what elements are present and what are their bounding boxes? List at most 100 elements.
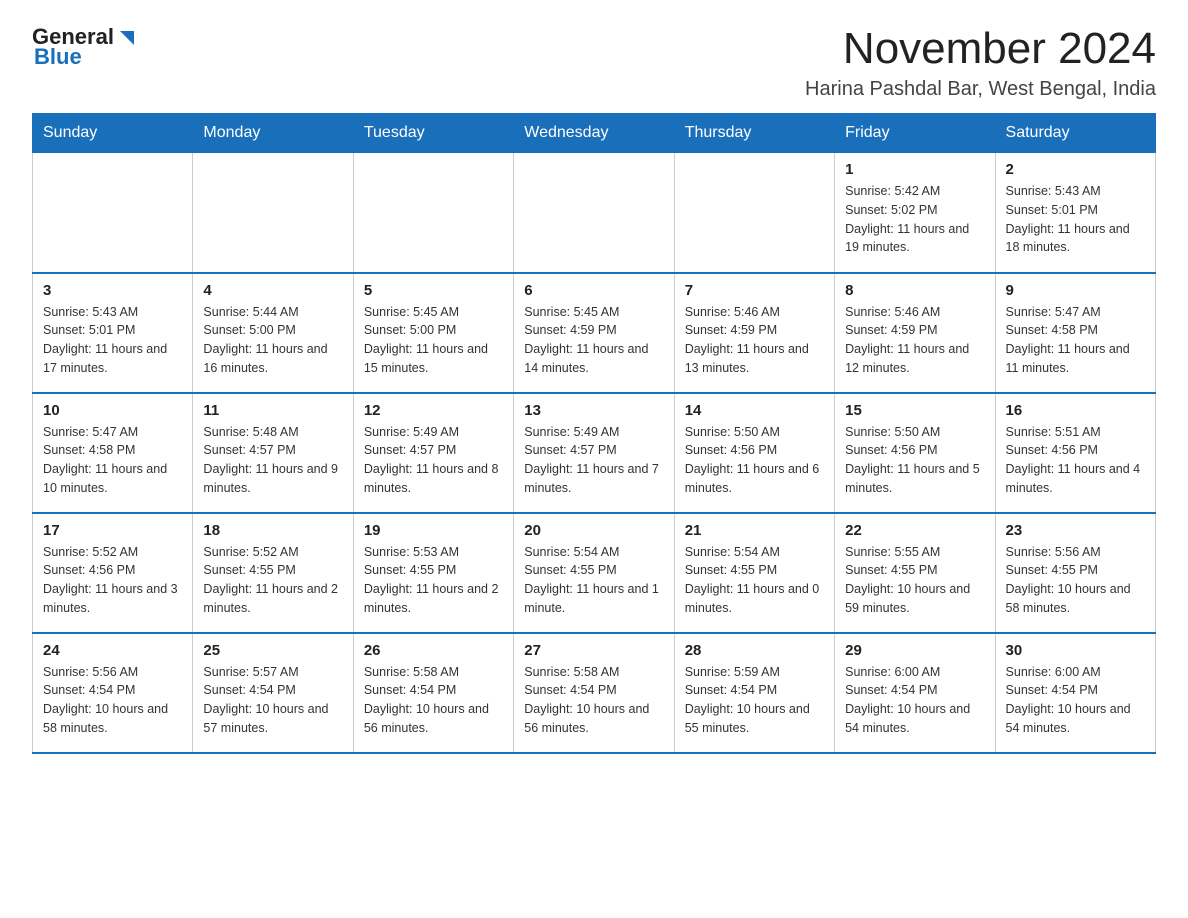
day-info: Sunrise: 5:53 AMSunset: 4:55 PMDaylight:… <box>364 543 503 618</box>
calendar-header-friday: Friday <box>835 114 995 153</box>
day-number: 6 <box>524 282 663 299</box>
calendar-cell <box>674 153 834 273</box>
calendar-cell: 23 Sunrise: 5:56 AMSunset: 4:55 PMDayligh… <box>995 513 1155 633</box>
day-info: Sunrise: 5:45 AMSunset: 5:00 PMDaylight:… <box>364 303 503 378</box>
calendar-cell: 9 Sunrise: 5:47 AMSunset: 4:58 PMDaylight… <box>995 273 1155 393</box>
day-number: 9 <box>1006 282 1145 299</box>
day-info: Sunrise: 5:55 AMSunset: 4:55 PMDaylight:… <box>845 543 984 618</box>
calendar-cell: 24Sunrise: 5:56 AMSunset: 4:54 PMDayligh… <box>33 633 193 753</box>
calendar-week-row: 10 Sunrise: 5:47 AMSunset: 4:58 PMDayligh… <box>33 393 1156 513</box>
day-info: Sunrise: 5:44 AMSunset: 5:00 PMDaylight:… <box>203 303 342 378</box>
calendar-cell: 1 Sunrise: 5:42 AMSunset: 5:02 PMDaylight… <box>835 153 995 273</box>
day-info: Sunrise: 5:57 AMSunset: 4:54 PMDaylight:… <box>203 663 342 738</box>
day-number: 21 <box>685 522 824 539</box>
day-info: Sunrise: 5:54 AMSunset: 4:55 PMDaylight:… <box>685 543 824 618</box>
calendar-cell: 10 Sunrise: 5:47 AMSunset: 4:58 PMDayligh… <box>33 393 193 513</box>
calendar-cell <box>514 153 674 273</box>
calendar-cell: 25 Sunrise: 5:57 AMSunset: 4:54 PMDayligh… <box>193 633 353 753</box>
calendar-cell: 7Sunrise: 5:46 AMSunset: 4:59 PMDaylight… <box>674 273 834 393</box>
day-info: Sunrise: 5:51 AMSunset: 4:56 PMDaylight:… <box>1006 423 1145 498</box>
day-info: Sunrise: 5:46 AMSunset: 4:59 PMDaylight:… <box>685 303 824 378</box>
calendar-cell: 22 Sunrise: 5:55 AMSunset: 4:55 PMDayligh… <box>835 513 995 633</box>
day-info: Sunrise: 5:56 AMSunset: 4:54 PMDaylight:… <box>43 663 182 738</box>
calendar-week-row: 17 Sunrise: 5:52 AMSunset: 4:56 PMDayligh… <box>33 513 1156 633</box>
day-number: 17 <box>43 522 182 539</box>
day-number: 29 <box>845 642 984 659</box>
calendar-cell: 13 Sunrise: 5:49 AMSunset: 4:57 PMDayligh… <box>514 393 674 513</box>
day-info: Sunrise: 5:49 AMSunset: 4:57 PMDaylight:… <box>524 423 663 498</box>
day-number: 26 <box>364 642 503 659</box>
day-number: 13 <box>524 402 663 419</box>
day-info: Sunrise: 5:59 AMSunset: 4:54 PMDaylight:… <box>685 663 824 738</box>
day-info: Sunrise: 5:52 AMSunset: 4:56 PMDaylight:… <box>43 543 182 618</box>
day-info: Sunrise: 5:56 AMSunset: 4:55 PMDaylight:… <box>1006 543 1145 618</box>
day-info: Sunrise: 5:42 AMSunset: 5:02 PMDaylight:… <box>845 182 984 257</box>
day-info: Sunrise: 6:00 AMSunset: 4:54 PMDaylight:… <box>1006 663 1145 738</box>
day-info: Sunrise: 5:50 AMSunset: 4:56 PMDaylight:… <box>845 423 984 498</box>
day-number: 22 <box>845 522 984 539</box>
day-number: 1 <box>845 161 984 178</box>
calendar-cell: 19 Sunrise: 5:53 AMSunset: 4:55 PMDayligh… <box>353 513 513 633</box>
calendar-table: SundayMondayTuesdayWednesdayThursdayFrid… <box>32 113 1156 754</box>
calendar-week-row: 24Sunrise: 5:56 AMSunset: 4:54 PMDayligh… <box>33 633 1156 753</box>
day-number: 28 <box>685 642 824 659</box>
day-info: Sunrise: 5:58 AMSunset: 4:54 PMDaylight:… <box>364 663 503 738</box>
calendar-cell: 8Sunrise: 5:46 AMSunset: 4:59 PMDaylight… <box>835 273 995 393</box>
day-info: Sunrise: 5:43 AMSunset: 5:01 PMDaylight:… <box>1006 182 1145 257</box>
day-number: 25 <box>203 642 342 659</box>
day-number: 2 <box>1006 161 1145 178</box>
day-number: 15 <box>845 402 984 419</box>
day-number: 16 <box>1006 402 1145 419</box>
day-number: 10 <box>43 402 182 419</box>
day-number: 14 <box>685 402 824 419</box>
page-header: General Blue November 2024 Harina Pashda… <box>32 24 1156 101</box>
calendar-header-saturday: Saturday <box>995 114 1155 153</box>
calendar-cell: 15 Sunrise: 5:50 AMSunset: 4:56 PMDayligh… <box>835 393 995 513</box>
day-number: 30 <box>1006 642 1145 659</box>
day-info: Sunrise: 5:46 AMSunset: 4:59 PMDaylight:… <box>845 303 984 378</box>
calendar-header-row: SundayMondayTuesdayWednesdayThursdayFrid… <box>33 114 1156 153</box>
calendar-cell: 4 Sunrise: 5:44 AMSunset: 5:00 PMDaylight… <box>193 273 353 393</box>
logo: General Blue <box>32 24 138 70</box>
calendar-cell: 2 Sunrise: 5:43 AMSunset: 5:01 PMDaylight… <box>995 153 1155 273</box>
calendar-cell: 21 Sunrise: 5:54 AMSunset: 4:55 PMDayligh… <box>674 513 834 633</box>
calendar-header-monday: Monday <box>193 114 353 153</box>
day-number: 23 <box>1006 522 1145 539</box>
day-number: 11 <box>203 402 342 419</box>
day-number: 12 <box>364 402 503 419</box>
logo-arrow-icon <box>116 27 138 49</box>
calendar-header-wednesday: Wednesday <box>514 114 674 153</box>
day-info: Sunrise: 5:50 AMSunset: 4:56 PMDaylight:… <box>685 423 824 498</box>
calendar-cell: 6 Sunrise: 5:45 AMSunset: 4:59 PMDaylight… <box>514 273 674 393</box>
day-number: 4 <box>203 282 342 299</box>
calendar-cell: 20Sunrise: 5:54 AMSunset: 4:55 PMDayligh… <box>514 513 674 633</box>
day-info: Sunrise: 5:45 AMSunset: 4:59 PMDaylight:… <box>524 303 663 378</box>
calendar-cell: 28 Sunrise: 5:59 AMSunset: 4:54 PMDayligh… <box>674 633 834 753</box>
page-title: November 2024 <box>805 24 1156 74</box>
day-info: Sunrise: 5:48 AMSunset: 4:57 PMDaylight:… <box>203 423 342 498</box>
calendar-cell: 27Sunrise: 5:58 AMSunset: 4:54 PMDayligh… <box>514 633 674 753</box>
calendar-header-tuesday: Tuesday <box>353 114 513 153</box>
calendar-cell: 16 Sunrise: 5:51 AMSunset: 4:56 PMDayligh… <box>995 393 1155 513</box>
day-info: Sunrise: 5:52 AMSunset: 4:55 PMDaylight:… <box>203 543 342 618</box>
day-info: Sunrise: 5:47 AMSunset: 4:58 PMDaylight:… <box>43 423 182 498</box>
day-number: 19 <box>364 522 503 539</box>
calendar-cell <box>33 153 193 273</box>
day-info: Sunrise: 5:49 AMSunset: 4:57 PMDaylight:… <box>364 423 503 498</box>
day-number: 27 <box>524 642 663 659</box>
day-info: Sunrise: 5:47 AMSunset: 4:58 PMDaylight:… <box>1006 303 1145 378</box>
calendar-cell: 17 Sunrise: 5:52 AMSunset: 4:56 PMDayligh… <box>33 513 193 633</box>
day-number: 5 <box>364 282 503 299</box>
calendar-cell: 29Sunrise: 6:00 AMSunset: 4:54 PMDayligh… <box>835 633 995 753</box>
logo-text-blue: Blue <box>34 44 82 70</box>
calendar-cell: 12 Sunrise: 5:49 AMSunset: 4:57 PMDayligh… <box>353 393 513 513</box>
calendar-week-row: 1 Sunrise: 5:42 AMSunset: 5:02 PMDaylight… <box>33 153 1156 273</box>
title-section: November 2024 Harina Pashdal Bar, West B… <box>805 24 1156 101</box>
day-number: 18 <box>203 522 342 539</box>
calendar-cell: 30 Sunrise: 6:00 AMSunset: 4:54 PMDayligh… <box>995 633 1155 753</box>
calendar-cell: 26 Sunrise: 5:58 AMSunset: 4:54 PMDayligh… <box>353 633 513 753</box>
calendar-cell: 5 Sunrise: 5:45 AMSunset: 5:00 PMDaylight… <box>353 273 513 393</box>
calendar-cell: 18 Sunrise: 5:52 AMSunset: 4:55 PMDayligh… <box>193 513 353 633</box>
calendar-cell <box>353 153 513 273</box>
calendar-week-row: 3Sunrise: 5:43 AMSunset: 5:01 PMDaylight… <box>33 273 1156 393</box>
